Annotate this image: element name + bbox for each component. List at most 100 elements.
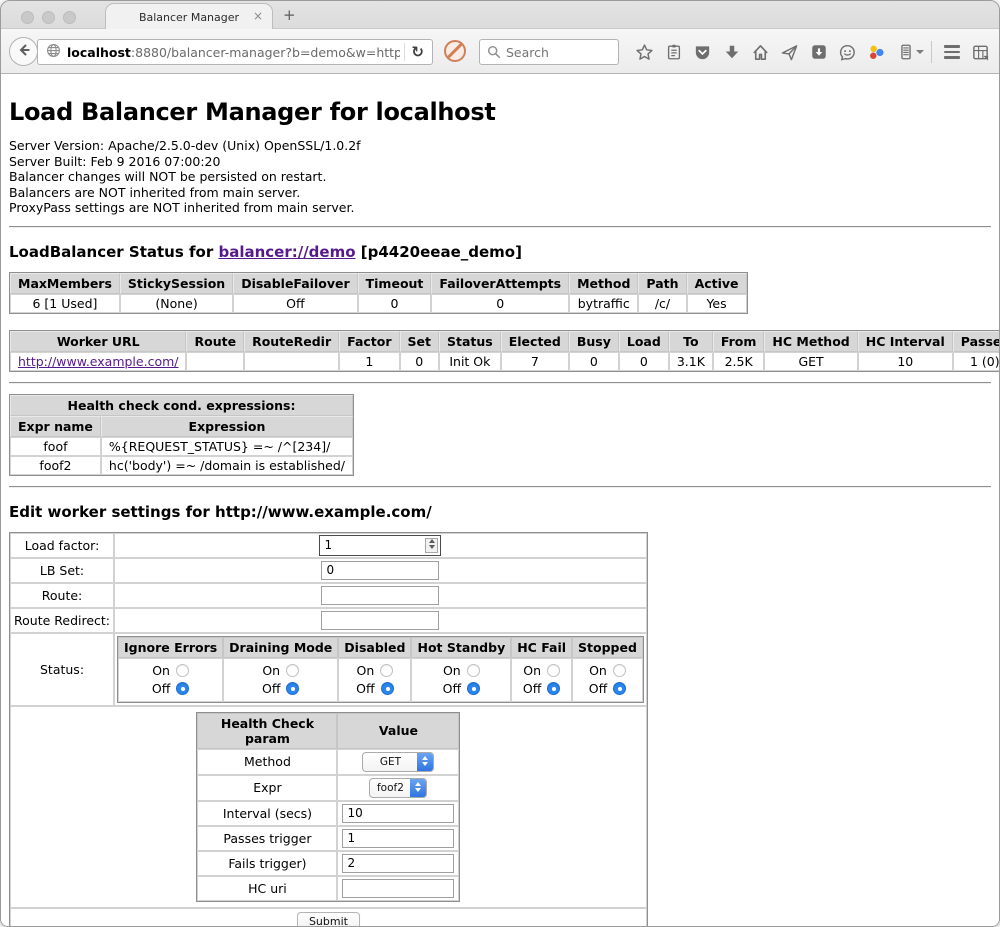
hc-fail-on-radio[interactable] bbox=[547, 664, 560, 677]
tab-balancer-manager[interactable]: Balancer Manager × bbox=[105, 3, 273, 30]
method-label: Method bbox=[197, 749, 337, 775]
url-path: :8880/balancer-manager?b=demo&w=http://w… bbox=[131, 45, 401, 60]
url-text[interactable]: localhost:8880/balancer-manager?b=demo&w… bbox=[67, 45, 400, 60]
draining-mode-off-radio[interactable] bbox=[286, 682, 299, 695]
inherit-note: Balancers are NOT inherited from main se… bbox=[9, 185, 991, 201]
back-arrow-icon bbox=[16, 42, 32, 62]
passes-trigger-label: Passes trigger bbox=[197, 826, 337, 851]
ignore-errors-on-radio[interactable] bbox=[176, 664, 189, 677]
divider bbox=[9, 486, 991, 488]
ignore-errors-off-radio[interactable] bbox=[176, 682, 189, 695]
worker-url-link[interactable]: http://www.example.com/ bbox=[18, 354, 178, 369]
url-domain: localhost bbox=[67, 45, 131, 60]
table-row: foof2 hc('body') =~ /domain is establish… bbox=[10, 456, 353, 475]
table-row: foof %{REQUEST_STATUS} =~ /^[234]/ bbox=[10, 437, 353, 456]
load-factor-input[interactable] bbox=[319, 535, 441, 556]
hot-standby-off-radio[interactable] bbox=[467, 682, 480, 695]
table-row: http://www.example.com/ 1 0 Init Ok 7 0 … bbox=[10, 352, 999, 371]
toolbar-icons bbox=[630, 39, 995, 65]
passes-trigger-input[interactable] bbox=[342, 829, 454, 848]
chevron-down-icon[interactable] bbox=[916, 50, 924, 58]
browser-window: Balancer Manager × + localhost:8880/bala… bbox=[0, 0, 1000, 927]
hc-fail-off-radio[interactable] bbox=[547, 682, 560, 695]
window-controls bbox=[21, 11, 76, 24]
status-hot-standby: On Off bbox=[411, 658, 511, 702]
minimize-window-button[interactable] bbox=[42, 11, 55, 24]
route-redirect-label: Route Redirect: bbox=[10, 608, 114, 633]
select-stepper-icon bbox=[417, 752, 433, 772]
health-check-param-table: Health Check param Value Method GET bbox=[196, 712, 460, 902]
disabled-on-radio[interactable] bbox=[380, 664, 393, 677]
status-stopped: On Off bbox=[572, 658, 643, 702]
lb-set-input[interactable] bbox=[321, 561, 439, 580]
send-tab-icon[interactable] bbox=[775, 40, 804, 64]
colored-dots-extension-icon[interactable] bbox=[862, 40, 891, 64]
tab-title: Balancer Manager bbox=[139, 11, 239, 24]
stopped-on-radio[interactable] bbox=[613, 664, 626, 677]
draining-mode-on-radio[interactable] bbox=[286, 664, 299, 677]
reading-list-icon[interactable] bbox=[659, 40, 688, 64]
server-version: Server Version: Apache/2.5.0-dev (Unix) … bbox=[9, 138, 991, 154]
page-content: Load Balancer Manager for localhost Serv… bbox=[1, 74, 999, 927]
new-tab-button[interactable]: + bbox=[283, 6, 296, 24]
health-check-expressions-table: Health check cond. expressions: Expr nam… bbox=[9, 394, 354, 476]
page-title: Load Balancer Manager for localhost bbox=[9, 98, 991, 126]
edit-worker-table: Load factor: LB Set: Route: Route Redire… bbox=[9, 532, 648, 927]
route-redirect-input[interactable] bbox=[321, 611, 439, 630]
expr-table-title: Health check cond. expressions: bbox=[10, 395, 353, 416]
hot-standby-on-radio[interactable] bbox=[467, 664, 480, 677]
status-draining-mode: On Off bbox=[223, 658, 338, 702]
status-label: Status: bbox=[10, 633, 114, 706]
lb-set-label: LB Set: bbox=[10, 558, 114, 583]
divider bbox=[9, 382, 991, 384]
zoom-window-button[interactable] bbox=[63, 11, 76, 24]
status-hc-fail: On Off bbox=[511, 658, 572, 702]
persist-note: Balancer changes will NOT be persisted o… bbox=[9, 169, 991, 185]
search-input[interactable] bbox=[506, 45, 606, 60]
proxypass-note: ProxyPass settings are NOT inherited fro… bbox=[9, 200, 991, 216]
content-blocker-icon[interactable] bbox=[444, 40, 466, 62]
tab-close-icon[interactable]: × bbox=[253, 10, 263, 22]
submit-button[interactable]: Submit bbox=[297, 912, 360, 927]
extension-download-icon[interactable] bbox=[804, 40, 833, 64]
interval-label: Interval (secs) bbox=[197, 801, 337, 826]
number-stepper-icon[interactable] bbox=[425, 538, 438, 553]
route-label: Route: bbox=[10, 583, 114, 608]
home-icon[interactable] bbox=[746, 40, 775, 64]
bookmark-star-icon[interactable] bbox=[630, 40, 659, 64]
back-button[interactable] bbox=[9, 37, 38, 66]
hc-uri-label: HC uri bbox=[197, 876, 337, 901]
fails-trigger-input[interactable] bbox=[342, 854, 454, 873]
expr-select[interactable]: foof2 bbox=[369, 778, 427, 798]
url-bar[interactable]: localhost:8880/balancer-manager?b=demo&w… bbox=[37, 39, 433, 65]
status-table: Ignore Errors Draining Mode Disabled Hot… bbox=[117, 636, 644, 703]
worker-status-table: Worker URL Route RouteRedir Factor Set S… bbox=[9, 330, 999, 372]
navigation-toolbar: localhost:8880/balancer-manager?b=demo&w… bbox=[1, 29, 999, 74]
table-row: 6 [1 Used] (None) Off 0 0 bytraffic /c/ … bbox=[10, 294, 747, 313]
tab-groups-icon[interactable] bbox=[966, 40, 995, 64]
reload-icon[interactable]: ↻ bbox=[409, 43, 432, 61]
menu-hamburger-icon[interactable] bbox=[937, 40, 966, 64]
search-bar[interactable] bbox=[479, 39, 619, 65]
load-factor-label: Load factor: bbox=[10, 533, 114, 558]
disabled-off-radio[interactable] bbox=[381, 682, 394, 695]
chat-smiley-icon[interactable] bbox=[833, 40, 862, 64]
downloads-icon[interactable] bbox=[717, 40, 746, 64]
interval-input[interactable] bbox=[342, 804, 454, 823]
loadbalancer-status-heading: LoadBalancer Status for balancer://demo … bbox=[9, 243, 991, 261]
site-globe-icon bbox=[46, 43, 61, 62]
method-select[interactable]: GET bbox=[362, 752, 434, 772]
stopped-off-radio[interactable] bbox=[613, 682, 626, 695]
balancer-demo-link[interactable]: balancer://demo bbox=[218, 243, 355, 261]
fails-trigger-label: Fails trigger) bbox=[197, 851, 337, 876]
search-icon bbox=[487, 45, 501, 59]
hc-uri-input[interactable] bbox=[342, 879, 454, 898]
pocket-icon[interactable] bbox=[688, 40, 717, 64]
server-info: Server Version: Apache/2.5.0-dev (Unix) … bbox=[9, 138, 991, 216]
edit-worker-form: Load factor: LB Set: Route: Route Redire… bbox=[9, 532, 991, 927]
close-window-button[interactable] bbox=[21, 11, 34, 24]
edit-worker-heading: Edit worker settings for http://www.exam… bbox=[9, 503, 991, 521]
tab-bar: Balancer Manager × + bbox=[1, 1, 999, 29]
route-input[interactable] bbox=[321, 586, 439, 605]
divider bbox=[9, 226, 991, 228]
